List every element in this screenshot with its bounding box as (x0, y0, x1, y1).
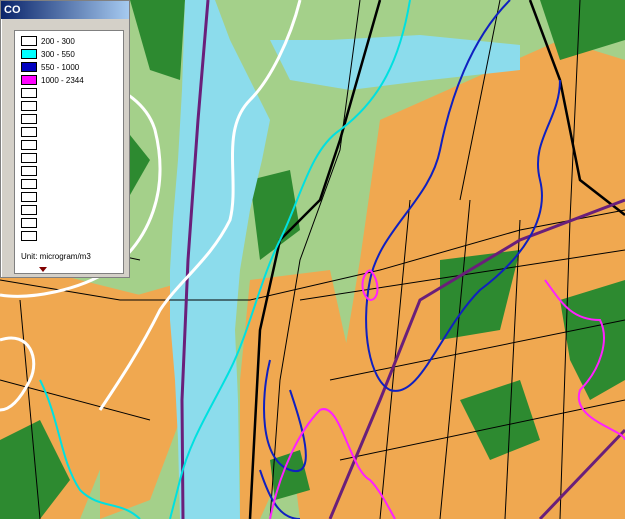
legend-swatch (21, 88, 37, 98)
legend-swatch (21, 192, 37, 202)
legend-row: 1000 - 2344 (21, 74, 84, 86)
collapse-arrow-icon[interactable] (39, 267, 47, 272)
legend-swatch (21, 36, 37, 46)
legend-swatch (21, 62, 37, 72)
legend-row: 300 - 550 (21, 48, 75, 60)
legend-swatch (21, 218, 37, 228)
legend-empty-row (21, 165, 37, 177)
legend-swatch (21, 127, 37, 137)
legend-swatch (21, 101, 37, 111)
legend-range-label: 200 - 300 (41, 36, 75, 46)
legend-swatch (21, 114, 37, 124)
legend-swatch (21, 75, 37, 85)
legend-row: 200 - 300 (21, 35, 75, 47)
legend-empty-row (21, 152, 37, 164)
legend-empty-row (21, 191, 37, 203)
legend-swatch (21, 179, 37, 189)
legend-swatch (21, 140, 37, 150)
legend-empty-row (21, 204, 37, 216)
legend-range-label: 550 - 1000 (41, 62, 80, 72)
legend-title[interactable]: CO (1, 1, 129, 19)
legend-swatch (21, 205, 37, 215)
legend-swatch (21, 166, 37, 176)
legend-empty-row (21, 139, 37, 151)
legend-swatch (21, 153, 37, 163)
legend-empty-row (21, 230, 37, 242)
legend-empty-row (21, 217, 37, 229)
legend-range-label: 1000 - 2344 (41, 75, 84, 85)
legend-range-label: 300 - 550 (41, 49, 75, 59)
legend-empty-row (21, 100, 37, 112)
legend-swatch (21, 49, 37, 59)
legend-empty-row (21, 87, 37, 99)
legend-swatch (21, 231, 37, 241)
legend-row: 550 - 1000 (21, 61, 79, 73)
legend-empty-row (21, 178, 37, 190)
legend-empty-row (21, 113, 37, 125)
legend-window[interactable]: CO 200 - 300 300 - 550 550 - 1000 1000 -… (0, 0, 130, 278)
unit-label: Unit: microgram/m3 (21, 252, 91, 261)
legend-panel: 200 - 300 300 - 550 550 - 1000 1000 - 23… (14, 30, 124, 274)
legend-empty-row (21, 126, 37, 138)
